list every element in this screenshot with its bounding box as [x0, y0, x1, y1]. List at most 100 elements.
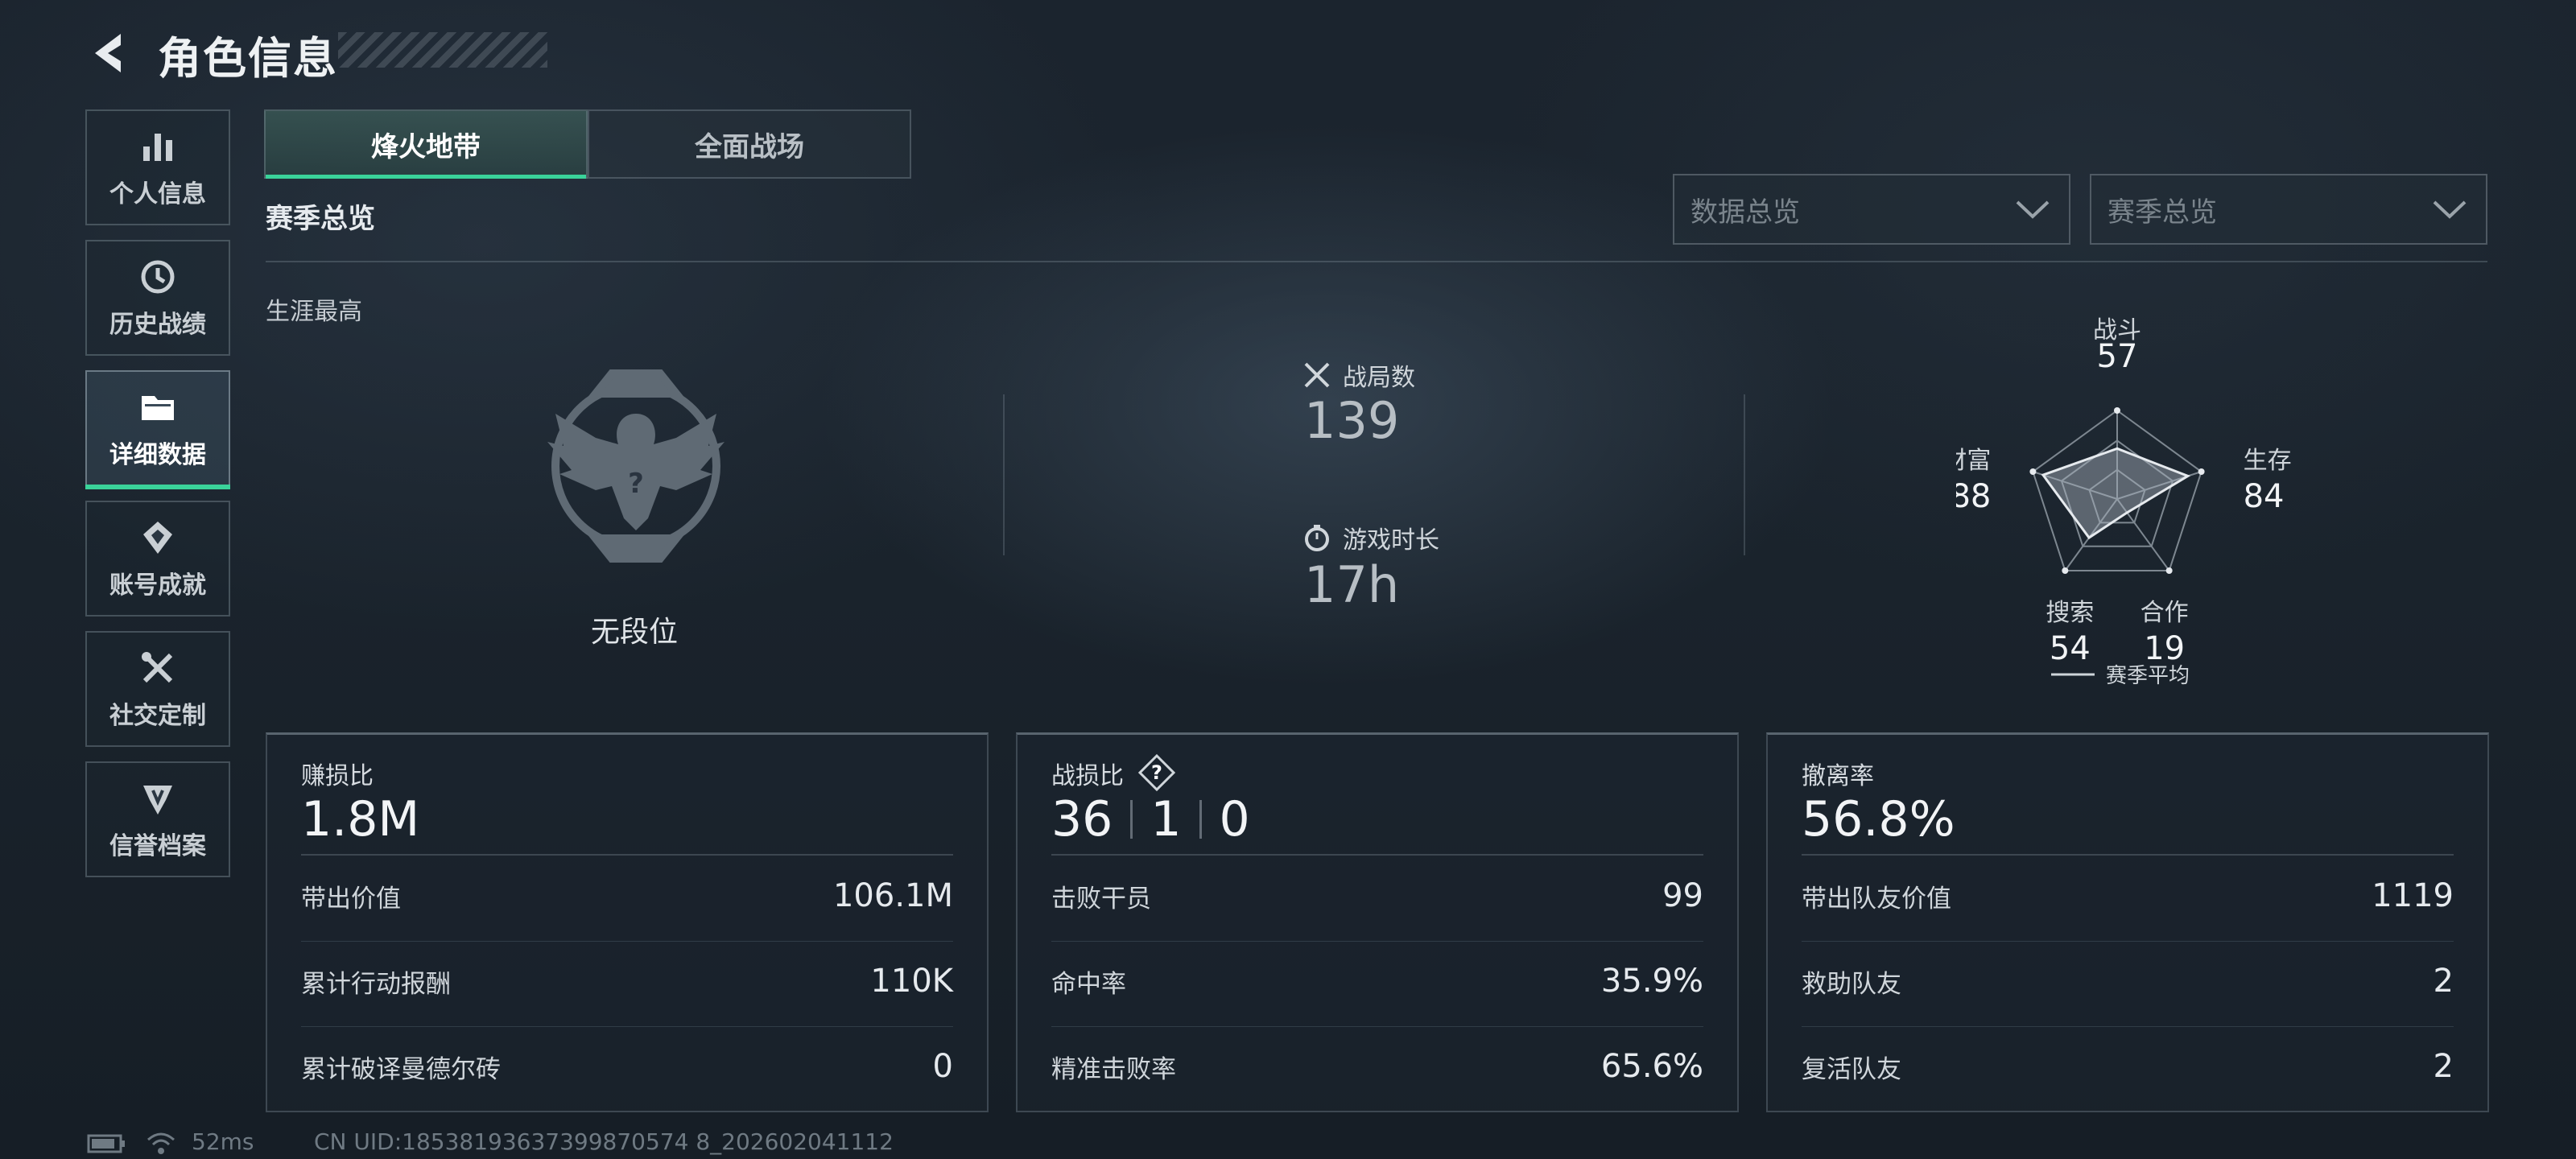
sidebar-item-label: 信誉档案	[109, 832, 206, 860]
kill-death-card: 战损比 ? 36 1 0 击败干员 99 命中率 35.9% 精准击败率 65.6%	[1016, 732, 1739, 1112]
radar-axis-label: 财富	[1956, 447, 1991, 475]
tab-full-battlefield[interactable]: 全面战场	[588, 109, 911, 179]
sidebar-item-detailed-data[interactable]: 详细数据	[85, 370, 230, 489]
help-icon[interactable]: ?	[1138, 754, 1175, 791]
card-title: 战损比	[1051, 762, 1124, 790]
bar-chart-icon	[143, 134, 172, 161]
radar-vertex-dot	[2198, 468, 2205, 476]
radar-axis-value: 84	[2244, 478, 2285, 515]
crossed-swords-icon	[1304, 362, 1330, 388]
radar-axis-label: 搜索	[2046, 599, 2094, 627]
stat-value: 1119	[2372, 877, 2454, 914]
stat-row: 累计行动报酬 110K	[301, 957, 953, 1005]
stat-key: 救助队友	[1802, 969, 1901, 999]
row-divider	[301, 941, 953, 942]
stat-key: 带出队友价值	[1802, 884, 1951, 914]
career-best-label: 生涯最高	[266, 298, 362, 326]
sidebar-item-credit[interactable]: 信誉档案	[85, 761, 230, 877]
stopwatch-icon	[1305, 525, 1329, 551]
stat-row: 击败干员 99	[1051, 872, 1703, 920]
stat-value: 99	[1662, 877, 1703, 914]
wifi-icon	[147, 1132, 175, 1154]
stat-key: 带出价值	[301, 884, 401, 914]
row-divider	[1802, 1026, 2454, 1027]
row-divider	[301, 1026, 953, 1027]
data-overview-dropdown[interactable]: 数据总览	[1673, 174, 2070, 245]
matches-label: 战局数	[1343, 364, 1415, 392]
section-divider	[266, 261, 2487, 262]
sidebar-item-label: 账号成就	[109, 571, 206, 600]
sidebar-item-label: 社交定制	[109, 702, 206, 730]
radar-value-shape	[2041, 447, 2191, 540]
stat-value: 106.1M	[832, 877, 953, 914]
sidebar-item-label: 详细数据	[109, 441, 206, 469]
svg-text:?: ?	[628, 468, 644, 500]
playtime-value: 17h	[1304, 555, 1400, 614]
history-icon	[141, 260, 175, 294]
stat-key: 精准击败率	[1051, 1054, 1176, 1084]
dropdown-value: 赛季总览	[2107, 196, 2217, 229]
page-title: 角色信息	[158, 33, 338, 84]
stat-row: 命中率 35.9%	[1051, 957, 1703, 1005]
radar-vertex-dot	[2062, 567, 2069, 574]
chevron-down-icon	[2433, 200, 2467, 219]
stat-value: 35.9%	[1600, 963, 1703, 1000]
tab-fenghuo[interactable]: 烽火地带	[264, 109, 588, 179]
radar-axis-label: 合作	[2140, 599, 2189, 627]
section-title: 赛季总览	[266, 203, 375, 235]
stat-row: 带出队友价值 1119	[1802, 872, 2454, 920]
achievement-icon	[143, 522, 172, 554]
profit-loss-card: 赚损比 1.8M 带出价值 106.1M 累计行动报酬 110K 累计破译曼德尔砖 0	[266, 732, 989, 1112]
sidebar-item-label: 历史战绩	[109, 311, 206, 339]
stat-row: 精准击败率 65.6%	[1051, 1042, 1703, 1091]
stat-key: 累计破译曼德尔砖	[301, 1054, 501, 1084]
stat-value: 2	[2433, 963, 2454, 1000]
ping-text: 52ms	[192, 1128, 254, 1155]
stat-value: 65.6%	[1600, 1048, 1703, 1085]
credit-icon	[143, 786, 172, 815]
battery-icon	[87, 1134, 125, 1153]
radar-vertex-dot	[2114, 407, 2120, 414]
rank-emblem-icon: ?	[547, 369, 724, 563]
stat-row: 复活队友 2	[1802, 1042, 2454, 1091]
sidebar-item-history[interactable]: 历史战绩	[85, 240, 230, 356]
tools-icon	[142, 652, 173, 683]
card-value: 1.8M	[301, 791, 420, 848]
season-overview-dropdown[interactable]: 赛季总览	[2090, 174, 2487, 245]
stat-value: 110K	[870, 963, 953, 1000]
svg-text:?: ?	[1151, 761, 1162, 784]
folder-icon	[142, 396, 174, 420]
radar-axis-label: 生存	[2244, 447, 2292, 475]
uid-text: CN UID:18538193637399870574 8_2026020411…	[314, 1128, 894, 1155]
matches-value: 139	[1304, 391, 1400, 450]
card-divider	[1051, 854, 1703, 856]
stat-key: 击败干员	[1051, 884, 1151, 914]
vertical-divider	[1003, 394, 1005, 555]
stat-key: 命中率	[1051, 969, 1126, 999]
row-divider	[1051, 1026, 1703, 1027]
dropdown-value: 数据总览	[1690, 196, 1800, 229]
card-title: 赚损比	[301, 762, 374, 790]
sidebar-item-social[interactable]: 社交定制	[85, 631, 230, 747]
radar-axis-value: 54	[2050, 630, 2091, 667]
card-divider	[1802, 854, 2454, 856]
stat-row: 救助队友 2	[1802, 957, 2454, 1005]
kd-separator	[1130, 800, 1133, 839]
sidebar-item-achievements[interactable]: 账号成就	[85, 501, 230, 617]
ability-radar-chart: 战斗57生存84合作19搜索54财富88赛季平均	[1956, 316, 2292, 688]
stat-value: 2	[2433, 1048, 2454, 1085]
radar-vertex-dot	[2029, 468, 2037, 476]
back-arrow-icon[interactable]	[84, 29, 132, 77]
rank-text: 无段位	[591, 616, 679, 649]
vertical-divider	[1744, 394, 1745, 555]
kd-values: 36 1 0	[1051, 791, 1250, 848]
stat-key: 复活队友	[1802, 1054, 1901, 1084]
stat-key: 累计行动报酬	[301, 969, 451, 999]
sidebar-item-personal-info[interactable]: 个人信息	[85, 109, 230, 225]
radar-axis-value: 57	[2097, 338, 2138, 375]
legend-label: 赛季平均	[2106, 664, 2190, 688]
card-divider	[301, 854, 953, 856]
deaths-value: 1	[1150, 791, 1182, 848]
stat-row: 累计破译曼德尔砖 0	[301, 1042, 953, 1091]
radar-vertex-dot	[2165, 567, 2173, 574]
